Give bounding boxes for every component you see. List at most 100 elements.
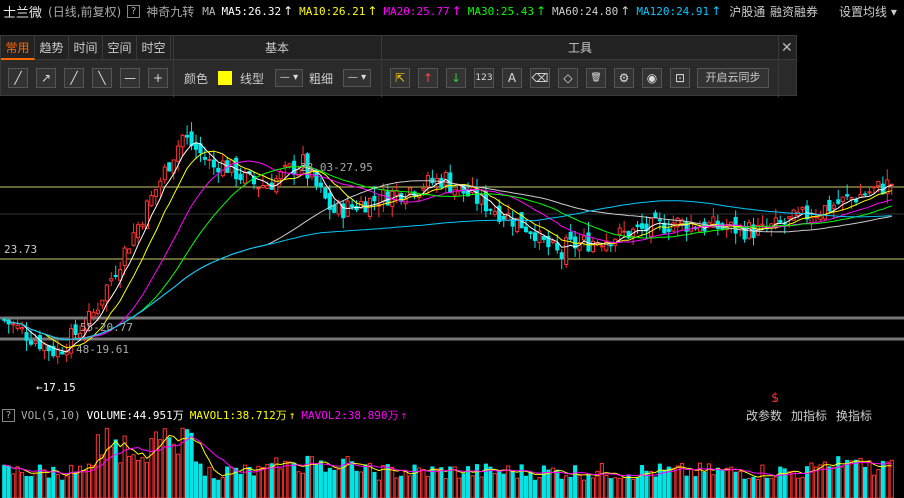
candle-body [845,194,850,197]
volume-bar [144,462,150,498]
draw-tool-button[interactable]: ╱ [8,68,28,88]
candle-body [28,340,34,345]
volume-bar [198,463,203,498]
vol-label[interactable]: VOL(5,10) [21,409,81,422]
volume-bar [867,460,872,498]
volume-bar [586,474,591,498]
period-label[interactable]: (日线,前复权) [48,3,121,20]
candle-body [559,252,564,260]
candle-body [452,188,457,196]
volume-bar [541,465,546,498]
tool-icon-button[interactable]: ↓ [446,68,466,88]
tool-icon-button[interactable]: ⊡ [670,68,690,88]
tab-2[interactable]: 时间 [69,36,103,60]
candlestick-chart[interactable]: 23.73 28.03-27.95 55-20.77 48-19.61 ←17.15 $ [0,96,904,402]
volume-bar [28,476,34,498]
candle-body [831,204,836,209]
margin-link[interactable]: 融资融券 [770,3,818,20]
candle-body [287,163,292,167]
candle-body [689,222,694,232]
tool-icon-button[interactable]: ◉ [642,68,662,88]
divider [778,36,779,97]
tool-icon-button[interactable]: ⇱ [390,68,410,88]
tab-3[interactable]: 空间 [103,36,137,60]
tool-icon-button[interactable]: ⚙ [614,68,634,88]
line-type-select[interactable]: — ▾ [275,69,303,87]
volume-bar [729,466,734,498]
volume-bar [461,473,466,498]
volume-bar [715,467,720,498]
cloud-sync-button[interactable]: 开启云同步 [697,68,769,88]
volume-bar [528,471,533,498]
candle-body [33,340,38,345]
volume-bar [113,439,118,498]
candle-body [488,208,493,211]
volume-bar [283,460,288,498]
candle-body [836,199,841,204]
switch-indicator-link[interactable]: 换指标 [836,407,872,424]
volume-chart[interactable] [0,426,904,498]
volume-bar [684,475,689,498]
help-icon[interactable]: ? [127,4,141,18]
volume-bar [773,476,778,498]
volume-bar [216,479,221,498]
candle-body [15,324,20,329]
draw-tool-button[interactable]: ↗ [36,68,56,88]
candle-body [207,158,212,161]
candle-body [318,182,323,188]
volume-bar [122,435,127,498]
volume-bar [336,468,341,498]
color-swatch[interactable] [218,71,232,85]
tab-1[interactable]: 趋势 [35,36,69,60]
tool-icon-button[interactable]: ↑ [418,68,438,88]
volume-bar [296,471,301,498]
tab-4[interactable]: 时空 [137,36,171,60]
help-icon[interactable]: ? [2,408,15,422]
candle-body [260,184,265,188]
tool-icon-button[interactable]: ⌫ [530,68,550,88]
arrow-up-icon: ↑ [711,4,722,18]
draw-tool-button[interactable]: + [148,68,168,88]
volume-bar [791,470,796,498]
volume-bar [381,465,386,498]
tool-icon-button[interactable]: ◇ [558,68,578,88]
volume-bar [689,468,694,498]
volume-bar [608,478,613,498]
volume-bar [532,479,538,498]
indicator-name[interactable]: 神奇九转 [146,3,194,20]
draw-tool-button[interactable]: — [120,68,140,88]
candle-body [176,145,181,162]
hsgt-link[interactable]: 沪股通 [729,3,765,20]
tool-icon-button[interactable]: 🗑 [586,68,606,88]
candle-body [185,134,190,138]
volume-svg[interactable] [0,426,904,498]
volume-bar [265,463,270,498]
candle-body [617,227,622,235]
candle-body [109,278,114,282]
candle-body [541,236,546,240]
volume-bar [854,459,859,498]
tab-0[interactable]: 常用 [1,36,35,60]
volume-bar [176,453,181,498]
thickness-select[interactable]: — ▾ [343,69,371,87]
volume-bar [796,477,801,498]
add-indicator-link[interactable]: 加指标 [791,407,827,424]
volume-bar [372,471,377,498]
volume-bar [564,475,569,498]
volume-bar [764,477,769,498]
edit-params-link[interactable]: 改参数 [746,407,782,424]
candle-body [653,212,658,218]
stock-name[interactable]: 士兰微 [3,2,42,21]
set-ma-link[interactable]: 设置均线 ▾ [839,3,897,20]
tool-icon-button[interactable]: A [502,68,522,88]
tool-icon-button[interactable]: 123 [474,68,494,88]
volume-bar [604,475,609,498]
draw-tool-button[interactable]: ╱ [64,68,84,88]
candle-body [804,205,810,220]
candle-body [849,197,854,200]
candlestick-svg[interactable]: 23.73 28.03-27.95 55-20.77 48-19.61 ←17.15 $ [0,96,904,402]
mavol1-value: MAVOL1:38.712万 [189,409,287,422]
draw-tool-button[interactable]: ╲ [92,68,112,88]
close-icon[interactable]: ✕ [781,40,793,56]
volume-bar [631,478,636,498]
